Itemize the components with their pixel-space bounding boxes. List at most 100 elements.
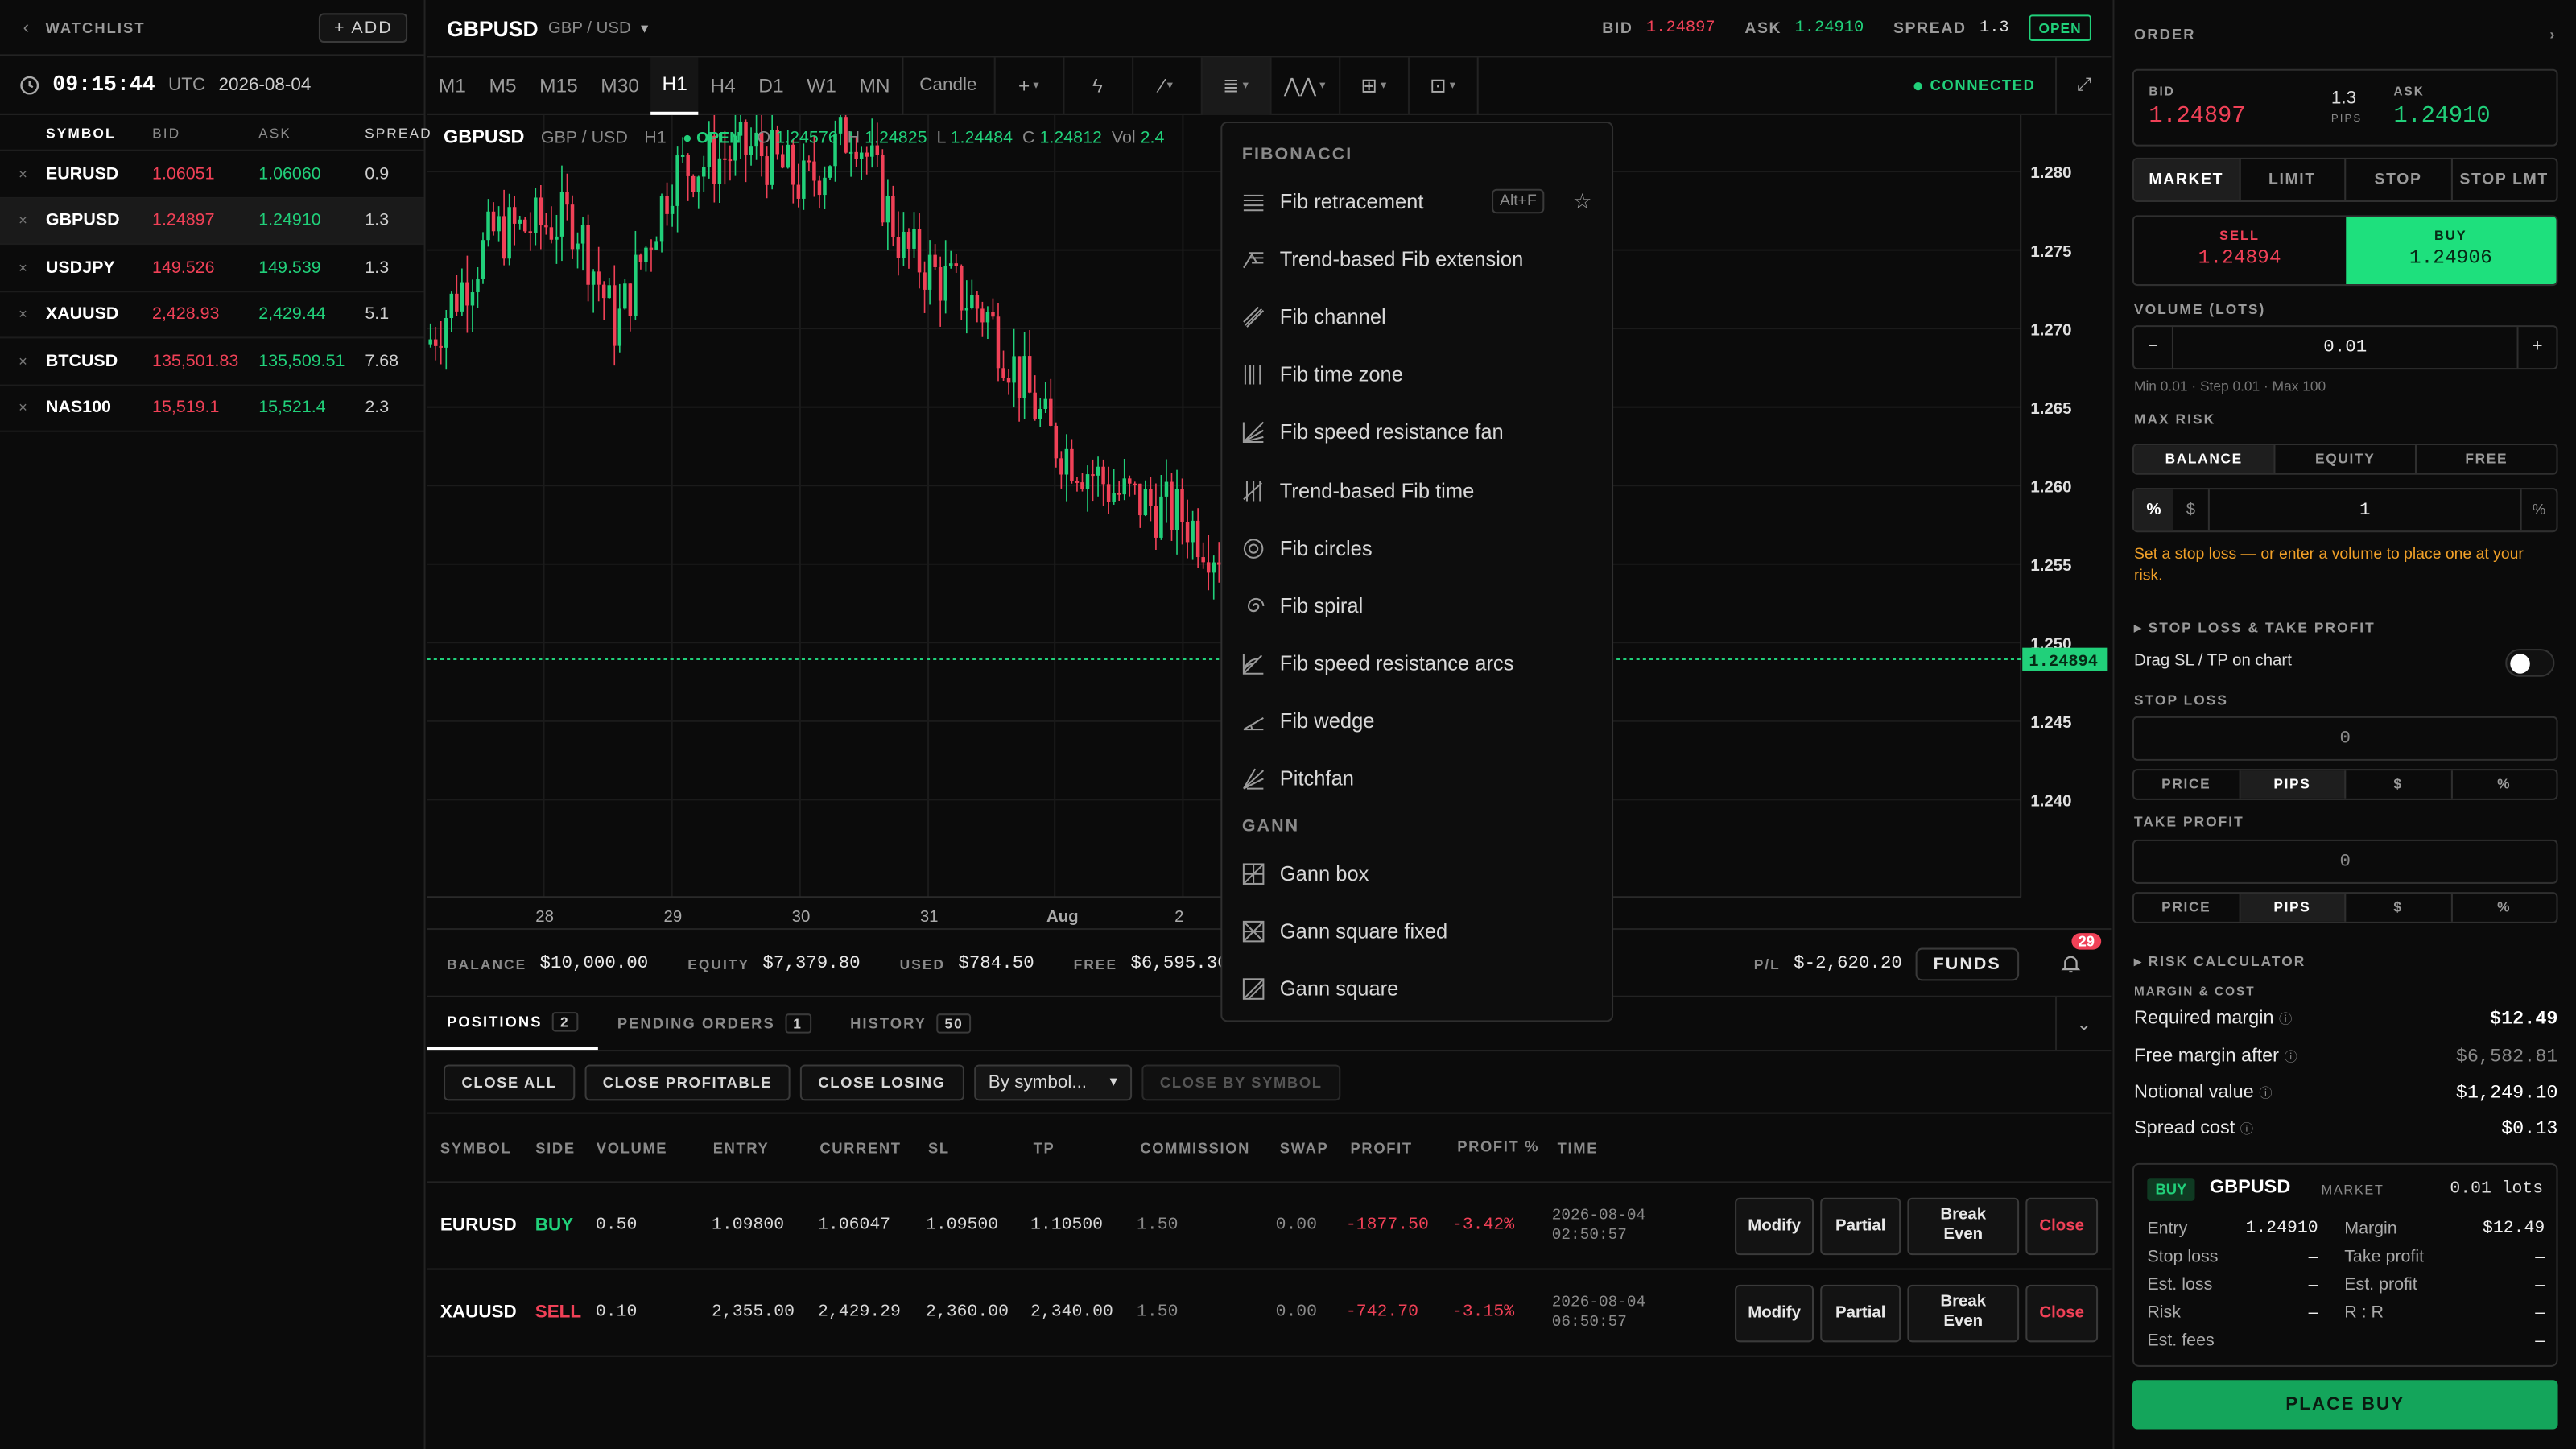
buy-button[interactable]: BUY 1.24906 bbox=[2345, 217, 2557, 285]
timeframe-m15[interactable]: M15 bbox=[528, 56, 589, 114]
watchlist-row[interactable]: × NAS100 15,519.1 15,521.4 2.3 bbox=[0, 386, 424, 432]
crosshair-tool[interactable]: + ▾ bbox=[993, 56, 1063, 114]
timeframe-mn[interactable]: MN bbox=[848, 56, 902, 114]
partial-button[interactable]: Partial bbox=[1820, 1283, 1901, 1342]
favorite-star-icon[interactable]: ☆ bbox=[1573, 188, 1592, 215]
place-buy-button[interactable]: PLACE BUY bbox=[2132, 1380, 2558, 1430]
take-profit-input[interactable]: 0 bbox=[2132, 839, 2558, 884]
position-row[interactable]: XAUUSD SELL 0.10 2,355.00 2,429.29 2,360.00 2,… bbox=[427, 1270, 2112, 1357]
break-even-button[interactable]: Break Even bbox=[1907, 1283, 2020, 1342]
stop-loss-input[interactable]: 0 bbox=[2132, 716, 2558, 761]
remove-icon[interactable]: × bbox=[0, 166, 46, 182]
close-button[interactable]: Close bbox=[2025, 1196, 2099, 1255]
fullscreen-button[interactable]: ⤢ bbox=[2055, 56, 2111, 114]
info-icon[interactable]: ⓘ bbox=[2259, 1086, 2272, 1100]
menu-item-gann-box[interactable]: Gann box bbox=[1222, 844, 1612, 902]
menu-item-fib-arcs[interactable]: Fib speed resistance arcs bbox=[1222, 635, 1612, 693]
risk-basis-equity[interactable]: EQUITY bbox=[2276, 445, 2417, 473]
shapes-tool[interactable]: ⊡ ▾ bbox=[1407, 56, 1476, 114]
chevron-down-icon[interactable]: ▾ bbox=[641, 19, 648, 36]
remove-icon[interactable]: × bbox=[0, 353, 46, 369]
close-losing-button[interactable]: CLOSE LOSING bbox=[799, 1063, 964, 1100]
menu-item-fib-retracement[interactable]: Fib retracement Alt+F ☆ bbox=[1222, 172, 1612, 230]
percent-toggle[interactable]: % bbox=[2133, 489, 2174, 531]
timeframe-m30[interactable]: M30 bbox=[589, 56, 650, 114]
menu-item-fib-channel[interactable]: Fib channel bbox=[1222, 288, 1612, 346]
funds-button[interactable]: FUNDS bbox=[1915, 947, 2020, 980]
risk-basis-free[interactable]: FREE bbox=[2417, 445, 2556, 473]
menu-item-fib-wedge[interactable]: Fib wedge bbox=[1222, 693, 1612, 751]
order-type-market[interactable]: MARKET bbox=[2133, 159, 2240, 200]
sl-unit-price[interactable]: PRICE bbox=[2134, 770, 2240, 799]
pattern-tool[interactable]: ⋀⋀ ▾ bbox=[1269, 56, 1339, 114]
notifications-button[interactable]: 29 bbox=[2049, 932, 2102, 985]
watchlist-row[interactable]: × GBPUSD 1.24897 1.24910 1.3 bbox=[0, 197, 424, 246]
header-symbol[interactable]: GBPUSD bbox=[447, 15, 539, 40]
timeframe-h1[interactable]: H1 bbox=[650, 56, 700, 114]
timeframe-m5[interactable]: M5 bbox=[477, 56, 528, 114]
volume-decrement-button[interactable]: − bbox=[2134, 327, 2174, 369]
watchlist-row[interactable]: × EURUSD 1.06051 1.06060 0.9 bbox=[0, 151, 424, 198]
chevron-left-icon[interactable]: ‹ bbox=[23, 17, 29, 36]
remove-icon[interactable]: × bbox=[0, 259, 46, 275]
close-all-button[interactable]: CLOSE ALL bbox=[444, 1063, 576, 1100]
break-even-button[interactable]: Break Even bbox=[1907, 1196, 2020, 1255]
volume-increment-button[interactable]: + bbox=[2516, 327, 2557, 369]
remove-icon[interactable]: × bbox=[0, 399, 46, 415]
tab-history[interactable]: HISTORY 50 bbox=[831, 997, 992, 1050]
partial-button[interactable]: Partial bbox=[1820, 1196, 1901, 1255]
watchlist-row[interactable]: × BTCUSD 135,501.83 135,509.51 7.68 bbox=[0, 338, 424, 386]
info-icon[interactable]: ⓘ bbox=[2240, 1122, 2253, 1137]
watchlist-row[interactable]: × USDJPY 149.526 149.539 1.3 bbox=[0, 245, 424, 292]
drag-sltp-toggle[interactable] bbox=[2505, 649, 2555, 677]
tp-unit-pips[interactable]: PIPS bbox=[2240, 894, 2347, 922]
menu-item-fib-time-zone[interactable]: Fib time zone bbox=[1222, 346, 1612, 404]
close-profitable-button[interactable]: CLOSE PROFITABLE bbox=[584, 1063, 791, 1100]
risk-basis-balance[interactable]: BALANCE bbox=[2133, 445, 2276, 473]
info-icon[interactable]: ⓘ bbox=[2279, 1012, 2292, 1026]
timeframe-m1[interactable]: M1 bbox=[427, 56, 478, 114]
tp-unit-percent[interactable]: % bbox=[2452, 894, 2557, 922]
timeframe-w1[interactable]: W1 bbox=[795, 56, 848, 114]
chart-type-button[interactable]: Candle bbox=[903, 56, 993, 114]
sl-unit-dollar[interactable]: $ bbox=[2346, 770, 2452, 799]
timeframe-d1[interactable]: D1 bbox=[747, 56, 795, 114]
add-symbol-button[interactable]: + ADD bbox=[319, 12, 408, 43]
close-button[interactable]: Close bbox=[2025, 1283, 2099, 1342]
timeframe-h4[interactable]: H4 bbox=[699, 56, 747, 114]
alert-tool[interactable]: ϟ bbox=[1062, 56, 1132, 114]
sell-button[interactable]: SELL 1.24894 bbox=[2134, 217, 2345, 284]
fib-tool[interactable]: ≣ ▾ bbox=[1199, 56, 1269, 114]
sl-unit-percent[interactable]: % bbox=[2452, 770, 2557, 799]
chevron-right-icon[interactable]: › bbox=[2549, 27, 2556, 43]
risk-calc-label[interactable]: ▸ RISK CALCULATOR bbox=[2134, 953, 2306, 971]
volume-input[interactable]: 0.01 bbox=[2323, 337, 2367, 357]
menu-item-pitchfan[interactable]: Pitchfan bbox=[1222, 750, 1612, 808]
remove-icon[interactable]: × bbox=[0, 306, 46, 322]
line-tool[interactable]: ⁄ ▾ bbox=[1131, 56, 1200, 114]
menu-item-fib-spiral[interactable]: Fib spiral bbox=[1222, 577, 1612, 635]
menu-item-gann-square[interactable]: Gann square bbox=[1222, 960, 1612, 1018]
watchlist-row[interactable]: × XAUUSD 2,428.93 2,429.44 5.1 bbox=[0, 291, 424, 339]
tp-unit-dollar[interactable]: $ bbox=[2346, 894, 2452, 922]
modify-button[interactable]: Modify bbox=[1735, 1283, 1814, 1342]
sltp-section-label[interactable]: ▸ STOP LOSS & TAKE PROFIT bbox=[2134, 619, 2376, 637]
dollar-toggle[interactable]: $ bbox=[2174, 489, 2210, 531]
menu-item-fib-time[interactable]: Trend-based Fib time bbox=[1222, 461, 1612, 519]
measure-tool[interactable]: ⊞ ▾ bbox=[1338, 56, 1407, 114]
risk-input[interactable]: 1 bbox=[2210, 500, 2520, 519]
order-type-stop-limit[interactable]: STOP LMT bbox=[2452, 159, 2557, 200]
collapse-panel-button[interactable]: ⌄ bbox=[2055, 997, 2111, 1051]
tab-pending-orders[interactable]: PENDING ORDERS 1 bbox=[597, 997, 830, 1050]
menu-item-fib-fan[interactable]: Fib speed resistance fan bbox=[1222, 404, 1612, 462]
order-type-limit[interactable]: LIMIT bbox=[2240, 159, 2347, 200]
modify-button[interactable]: Modify bbox=[1735, 1196, 1814, 1255]
info-icon[interactable]: ⓘ bbox=[2285, 1050, 2297, 1064]
menu-item-gann-square-fixed[interactable]: Gann square fixed bbox=[1222, 902, 1612, 960]
tab-positions[interactable]: POSITIONS 2 bbox=[427, 997, 598, 1051]
menu-item-fib-circles[interactable]: Fib circles bbox=[1222, 519, 1612, 577]
menu-item-fib-extension[interactable]: Trend-based Fib extension bbox=[1222, 230, 1612, 288]
sl-unit-pips[interactable]: PIPS bbox=[2240, 770, 2347, 799]
symbol-select[interactable]: By symbol... ▾ bbox=[973, 1063, 1133, 1100]
remove-icon[interactable]: × bbox=[0, 213, 46, 229]
